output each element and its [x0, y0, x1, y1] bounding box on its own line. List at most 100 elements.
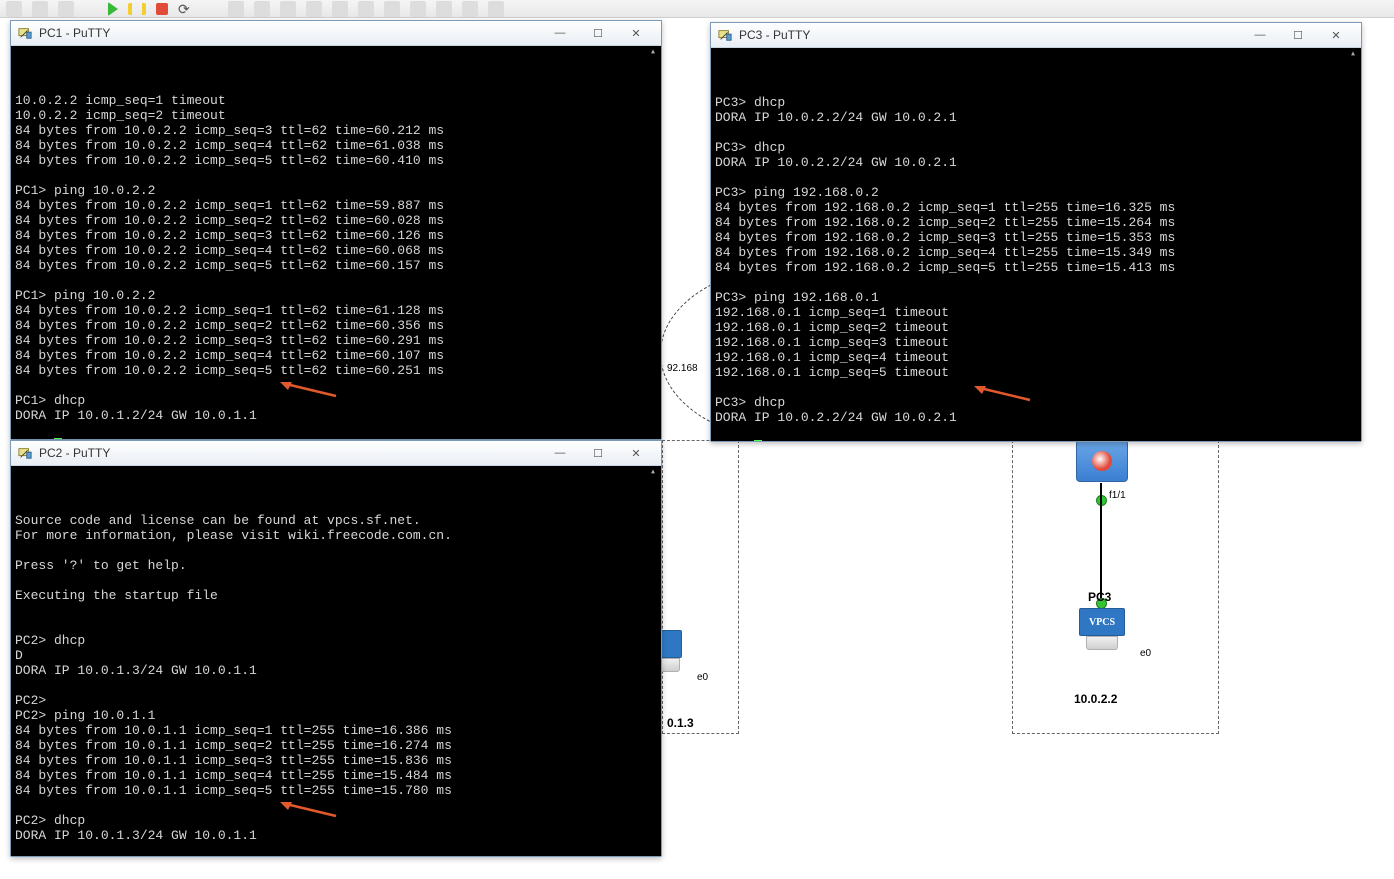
- terminal-line: 84 bytes from 10.0.2.2 icmp_seq=2 ttl=62…: [15, 213, 657, 228]
- stop-icon[interactable]: [156, 3, 168, 15]
- toolbar-icon[interactable]: [32, 1, 48, 17]
- toolbar-icon[interactable]: [488, 1, 504, 17]
- vpcs-monitor: VPCS: [1079, 608, 1125, 636]
- toolbar-icon[interactable]: [410, 1, 426, 17]
- terminal-pc1[interactable]: 10.0.2.2 icmp_seq=1 timeout10.0.2.2 icmp…: [11, 46, 661, 439]
- titlebar[interactable]: PC2 - PuTTY — ☐ ✕: [11, 441, 661, 466]
- putty-icon: [17, 25, 33, 41]
- terminal-line: PC2> dhcp: [15, 633, 657, 648]
- terminal-line: 84 bytes from 192.168.0.2 icmp_seq=1 ttl…: [715, 200, 1357, 215]
- toolbar-icon[interactable]: [332, 1, 348, 17]
- terminal-line: PC3>: [715, 440, 1357, 441]
- vpcs-stand: [1086, 636, 1118, 650]
- terminal-line: 84 bytes from 10.0.2.2 icmp_seq=1 ttl=62…: [15, 303, 657, 318]
- putty-window-pc3[interactable]: PC3 - PuTTY — ☐ ✕ PC3> dhcpDORA IP 10.0.…: [710, 22, 1362, 442]
- terminal-line: [15, 618, 657, 633]
- terminal-line: 84 bytes from 10.0.2.2 icmp_seq=5 ttl=62…: [15, 258, 657, 273]
- terminal-line: [15, 573, 657, 588]
- toolbar-icon[interactable]: [436, 1, 452, 17]
- terminal-line: 84 bytes from 10.0.1.1 icmp_seq=3 ttl=25…: [15, 753, 657, 768]
- reload-icon[interactable]: [178, 1, 194, 17]
- dashed-region-right: [1012, 440, 1219, 734]
- terminal-line: 84 bytes from 192.168.0.2 icmp_seq=4 ttl…: [715, 245, 1357, 260]
- pc2-interface: e0: [697, 672, 708, 683]
- terminal-line: 10.0.2.2 icmp_seq=1 timeout: [15, 93, 657, 108]
- toolbar-icon[interactable]: [462, 1, 478, 17]
- dashed-region-left: [662, 440, 739, 734]
- terminal-line: PC2> dhcp: [15, 813, 657, 828]
- terminal-line: 192.168.0.1 icmp_seq=1 timeout: [715, 305, 1357, 320]
- terminal-line: [15, 423, 657, 438]
- terminal-line: PC1> ping 10.0.2.2: [15, 183, 657, 198]
- toolbar-icon[interactable]: [280, 1, 296, 17]
- terminal-pc3[interactable]: PC3> dhcpDORA IP 10.0.2.2/24 GW 10.0.2.1…: [711, 48, 1361, 441]
- pc3-vpcs-icon[interactable]: VPCS: [1074, 608, 1130, 652]
- toolbar-icon[interactable]: [254, 1, 270, 17]
- terminal-line: 192.168.0.1 icmp_seq=3 timeout: [715, 335, 1357, 350]
- terminal-line: PC3> dhcp: [715, 140, 1357, 155]
- toolbar-icon[interactable]: [358, 1, 374, 17]
- terminal-line: DORA IP 10.0.2.2/24 GW 10.0.2.1: [715, 110, 1357, 125]
- putty-icon: [17, 445, 33, 461]
- terminal-line: [715, 425, 1357, 440]
- window-title: PC2 - PuTTY: [39, 446, 541, 460]
- toolbar-icon[interactable]: [384, 1, 400, 17]
- switch-port-label: f1/1: [1109, 490, 1126, 501]
- region-ip-fragment: 92.168: [667, 363, 698, 374]
- maximize-button[interactable]: ☐: [1279, 25, 1317, 45]
- close-button[interactable]: ✕: [617, 443, 655, 463]
- terminal-line: 10.0.2.2 icmp_seq=2 timeout: [15, 108, 657, 123]
- terminal-line: [15, 168, 657, 183]
- terminal-line: 84 bytes from 10.0.2.2 icmp_seq=4 ttl=62…: [15, 348, 657, 363]
- terminal-line: [715, 170, 1357, 185]
- terminal-line: 84 bytes from 10.0.2.2 icmp_seq=3 ttl=62…: [15, 123, 657, 138]
- toolbar-icon[interactable]: [228, 1, 244, 17]
- putty-icon: [717, 27, 733, 43]
- vpcs-stand: [660, 658, 680, 672]
- switch-icon[interactable]: [1076, 440, 1128, 482]
- minimize-button[interactable]: —: [541, 23, 579, 43]
- terminal-line: 84 bytes from 10.0.2.2 icmp_seq=4 ttl=62…: [15, 138, 657, 153]
- terminal-line: 84 bytes from 10.0.1.1 icmp_seq=5 ttl=25…: [15, 783, 657, 798]
- switch-glyph: [1092, 451, 1112, 471]
- terminal-line: [15, 678, 657, 693]
- terminal-line: [715, 380, 1357, 395]
- toolbar-icon[interactable]: [58, 1, 74, 17]
- pc3-label: PC3: [1088, 590, 1111, 604]
- maximize-button[interactable]: ☐: [579, 443, 617, 463]
- terminal-line: DORA IP 10.0.2.2/24 GW 10.0.2.1: [715, 155, 1357, 170]
- titlebar[interactable]: PC1 - PuTTY — ☐ ✕: [11, 21, 661, 46]
- terminal-pc2[interactable]: Source code and license can be found at …: [11, 466, 661, 856]
- putty-window-pc2[interactable]: PC2 - PuTTY — ☐ ✕ Source code and licens…: [10, 440, 662, 857]
- terminal-line: [15, 603, 657, 618]
- terminal-line: 84 bytes from 192.168.0.2 icmp_seq=2 ttl…: [715, 215, 1357, 230]
- terminal-line: [715, 125, 1357, 140]
- pc2-vpcs-icon-fragment[interactable]: S: [660, 630, 682, 674]
- scroll-indicator-icon: ▴: [1347, 50, 1359, 60]
- close-button[interactable]: ✕: [617, 23, 655, 43]
- terminal-line: 84 bytes from 10.0.2.2 icmp_seq=5 ttl=62…: [15, 153, 657, 168]
- window-title: PC3 - PuTTY: [739, 28, 1241, 42]
- terminal-line: PC3> dhcp: [715, 95, 1357, 110]
- terminal-line: PC3> ping 192.168.0.2: [715, 185, 1357, 200]
- terminal-line: Press '?' to get help.: [15, 558, 657, 573]
- terminal-line: [15, 378, 657, 393]
- toolbar-icon[interactable]: [306, 1, 322, 17]
- vpcs-monitor: S: [660, 630, 682, 658]
- pause-icon[interactable]: [128, 3, 146, 15]
- titlebar[interactable]: PC3 - PuTTY — ☐ ✕: [711, 23, 1361, 48]
- minimize-button[interactable]: —: [541, 443, 579, 463]
- terminal-line: 84 bytes from 192.168.0.2 icmp_seq=5 ttl…: [715, 260, 1357, 275]
- terminal-line: DORA IP 10.0.1.3/24 GW 10.0.1.1: [15, 663, 657, 678]
- minimize-button[interactable]: —: [1241, 25, 1279, 45]
- terminal-line: PC1> dhcp: [15, 393, 657, 408]
- maximize-button[interactable]: ☐: [579, 23, 617, 43]
- toolbar-icon[interactable]: [6, 1, 22, 17]
- putty-window-pc1[interactable]: PC1 - PuTTY — ☐ ✕ 10.0.2.2 icmp_seq=1 ti…: [10, 20, 662, 440]
- run-icon[interactable]: [108, 2, 118, 16]
- close-button[interactable]: ✕: [1317, 25, 1355, 45]
- terminal-line: [715, 275, 1357, 290]
- terminal-line: PC3> dhcp: [715, 395, 1357, 410]
- pc2-ip-fragment: 0.1.3: [667, 716, 694, 730]
- terminal-line: 192.168.0.1 icmp_seq=5 timeout: [715, 365, 1357, 380]
